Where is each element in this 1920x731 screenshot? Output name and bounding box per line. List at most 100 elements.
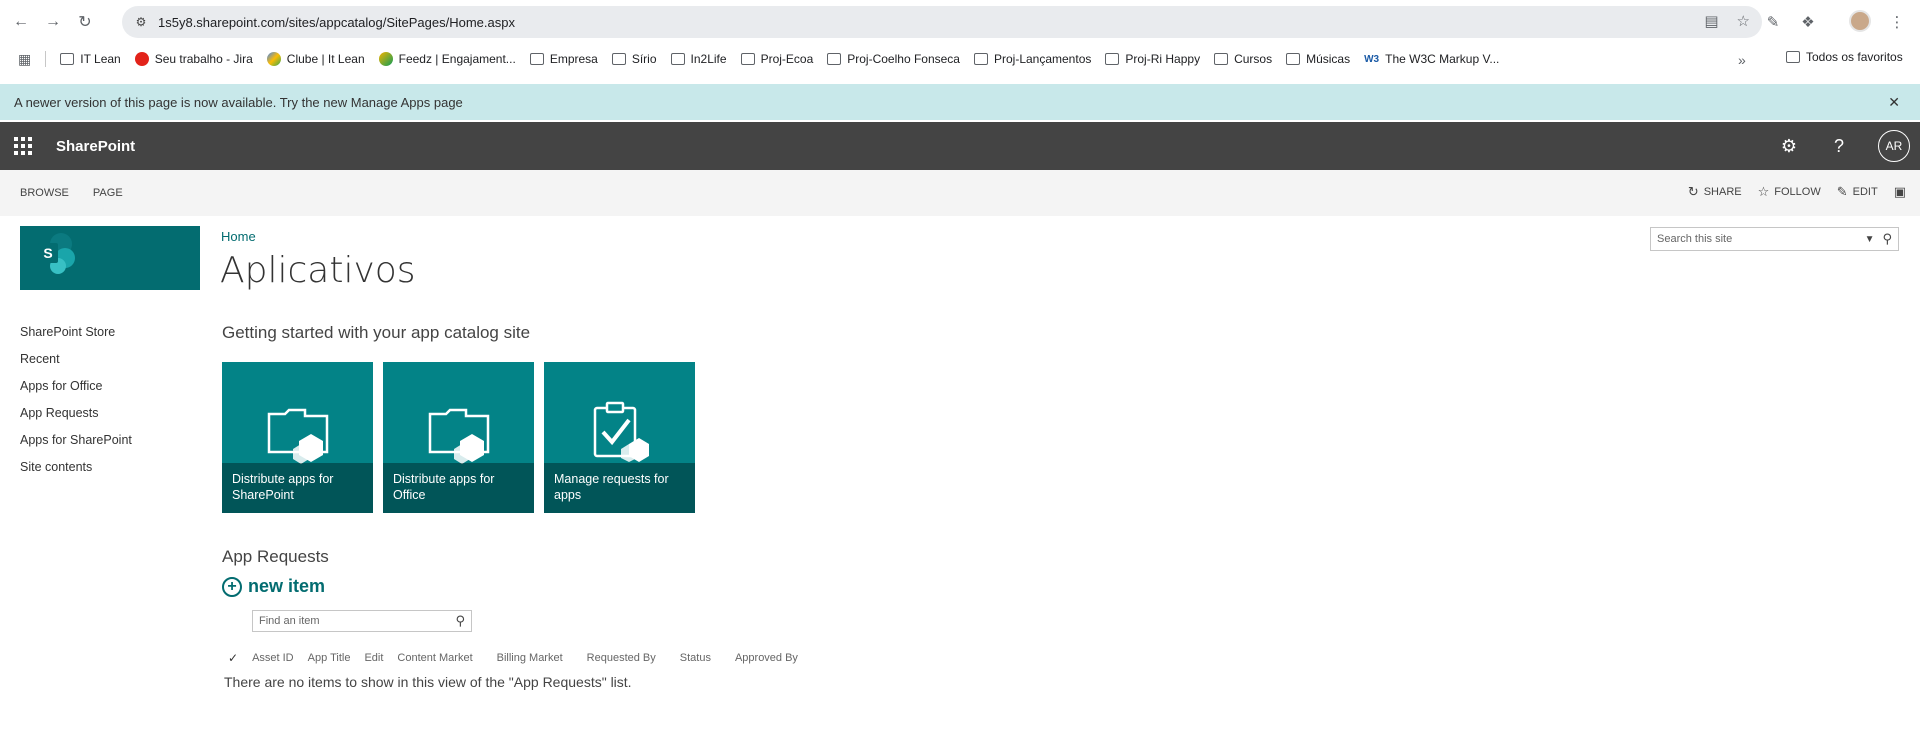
- profile-avatar[interactable]: [1849, 10, 1871, 32]
- divider: [45, 51, 47, 67]
- tile-distribute-office[interactable]: Distribute apps for Office: [383, 362, 534, 513]
- edit-button[interactable]: ✎ EDIT: [1837, 184, 1878, 200]
- nav-item-recent[interactable]: Recent: [20, 349, 132, 376]
- bookmark-item[interactable]: W3 The W3C Markup V...: [1364, 52, 1499, 66]
- chevron-down-icon[interactable]: ▼: [1865, 234, 1875, 245]
- column-header[interactable]: Asset ID: [252, 652, 294, 664]
- address-bar[interactable]: ⚙ 1s5y8.sharepoint.com/sites/appcatalog/…: [122, 6, 1762, 38]
- left-navigation: SharePoint Store Recent Apps for Office …: [20, 322, 132, 484]
- bookmark-label: In2Life: [690, 52, 727, 66]
- bookmark-item[interactable]: Músicas: [1286, 52, 1350, 66]
- bookmark-item[interactable]: Clube | It Lean: [266, 52, 365, 66]
- column-header[interactable]: Approved By: [735, 652, 798, 664]
- find-item-input[interactable]: Find an item ⚲: [252, 610, 472, 632]
- bookmark-label: The W3C Markup V...: [1385, 52, 1500, 66]
- search-icon[interactable]: ⚲: [455, 613, 465, 629]
- user-avatar[interactable]: AR: [1878, 130, 1910, 162]
- app-requests-heading[interactable]: App Requests: [222, 547, 329, 567]
- pencil-icon: ✎: [1836, 184, 1848, 199]
- search-icon[interactable]: ⚲: [1882, 231, 1892, 247]
- edit-label: EDIT: [1852, 186, 1878, 198]
- apps-grid-icon[interactable]: ▦: [18, 51, 31, 68]
- star-icon: ☆: [1757, 184, 1770, 199]
- folder-icon: [1786, 51, 1800, 63]
- column-header[interactable]: Status: [680, 652, 711, 664]
- folder-icon: [529, 53, 544, 65]
- nav-item-sharepoint-store[interactable]: SharePoint Store: [20, 322, 132, 349]
- column-header[interactable]: Edit: [364, 652, 383, 664]
- back-icon[interactable]: ←: [10, 11, 32, 33]
- bookmark-item[interactable]: Empresa: [529, 52, 598, 66]
- select-all-checkmark-icon[interactable]: ✓: [228, 651, 238, 665]
- bookmark-label: Proj-Ri Happy: [1125, 52, 1201, 66]
- pen-icon[interactable]: ✎: [1762, 11, 1784, 33]
- bookmark-item[interactable]: Proj-Ri Happy: [1105, 52, 1200, 66]
- tab-browse[interactable]: BROWSE: [20, 187, 69, 199]
- menu-icon[interactable]: ⋮: [1886, 11, 1908, 33]
- breadcrumb[interactable]: Home: [221, 229, 256, 244]
- tile-caption: Distribute apps for Office: [383, 463, 534, 513]
- suite-bar: SharePoint ⚙ ? AR: [0, 122, 1920, 170]
- bookmark-item[interactable]: In2Life: [670, 52, 727, 66]
- folder-app-icon: [428, 408, 490, 464]
- bookmark-item[interactable]: Seu trabalho - Jira: [134, 52, 253, 66]
- column-header[interactable]: Content Market: [397, 652, 472, 664]
- translate-icon[interactable]: ▤: [1704, 12, 1718, 30]
- share-button[interactable]: ↻ SHARE: [1688, 184, 1742, 200]
- extensions-icon[interactable]: ❖: [1797, 11, 1819, 33]
- app-launcher-icon[interactable]: [14, 137, 32, 155]
- nav-item-site-contents[interactable]: Site contents: [20, 457, 132, 484]
- close-icon[interactable]: ✕: [1888, 94, 1900, 111]
- bookmark-star-icon[interactable]: ☆: [1737, 12, 1750, 30]
- bookmark-label: Proj-Coelho Fonseca: [847, 52, 960, 66]
- bookmark-label: Empresa: [549, 52, 598, 66]
- site-logo[interactable]: S: [20, 226, 200, 290]
- column-header[interactable]: Billing Market: [497, 652, 563, 664]
- bookmark-item[interactable]: Sírio: [611, 52, 657, 66]
- site-info-icon[interactable]: ⚙: [132, 13, 150, 31]
- bookmark-item[interactable]: Proj-Ecoa: [740, 52, 814, 66]
- share-label: SHARE: [1703, 186, 1742, 198]
- bookmark-label: Proj-Ecoa: [760, 52, 814, 66]
- brand-name[interactable]: SharePoint: [56, 138, 135, 155]
- clube-icon: [266, 52, 281, 66]
- bookmarks-bar: ▦ IT Lean Seu trabalho - Jira Clube | It…: [0, 44, 1920, 74]
- bookmark-item[interactable]: Feedz | Engajament...: [378, 52, 516, 66]
- all-bookmarks-label: Todos os favoritos: [1806, 50, 1903, 64]
- tile-distribute-sharepoint[interactable]: Distribute apps for SharePoint: [222, 362, 373, 513]
- tab-page[interactable]: PAGE: [93, 187, 123, 199]
- bookmark-label: Feedz | Engajament...: [398, 52, 516, 66]
- bookmark-item[interactable]: Cursos: [1214, 52, 1272, 66]
- nav-item-apps-for-office[interactable]: Apps for Office: [20, 376, 132, 403]
- settings-gear-icon[interactable]: ⚙: [1778, 135, 1800, 157]
- browser-toolbar: ← → ↻ ⚙ 1s5y8.sharepoint.com/sites/appca…: [0, 0, 1920, 44]
- bookmark-label: Seu trabalho - Jira: [154, 52, 253, 66]
- help-icon[interactable]: ?: [1828, 135, 1850, 157]
- notice-bar: A newer version of this page is now avai…: [0, 84, 1920, 120]
- tile-caption: Distribute apps for SharePoint: [222, 463, 373, 513]
- tile-manage-requests[interactable]: Manage requests for apps: [544, 362, 695, 513]
- reload-icon[interactable]: ↻: [74, 11, 96, 33]
- nav-item-app-requests[interactable]: App Requests: [20, 403, 132, 430]
- more-bookmarks-icon[interactable]: »: [1738, 52, 1746, 68]
- column-header[interactable]: Requested By: [587, 652, 656, 664]
- folder-icon: [1286, 53, 1301, 65]
- folder-app-icon: [267, 408, 329, 464]
- url-text[interactable]: 1s5y8.sharepoint.com/sites/appcatalog/Si…: [158, 15, 515, 30]
- forward-icon[interactable]: →: [42, 11, 64, 33]
- folder-icon: [1214, 53, 1229, 65]
- all-bookmarks[interactable]: Todos os favoritos: [1786, 50, 1903, 64]
- jira-icon: [134, 52, 149, 66]
- column-header[interactable]: App Title: [308, 652, 351, 664]
- new-item-button[interactable]: + new item: [222, 576, 325, 597]
- folder-icon: [973, 53, 988, 65]
- search-site-input[interactable]: Search this site ▼ ⚲: [1650, 227, 1899, 251]
- notice-message[interactable]: A newer version of this page is now avai…: [14, 95, 463, 110]
- bookmark-item[interactable]: Proj-Coelho Fonseca: [827, 52, 960, 66]
- nav-item-apps-for-sharepoint[interactable]: Apps for SharePoint: [20, 430, 132, 457]
- focus-button[interactable]: ▣: [1894, 184, 1906, 200]
- bookmark-item[interactable]: Proj-Lançamentos: [973, 52, 1091, 66]
- bookmark-item[interactable]: IT Lean: [60, 52, 121, 66]
- folder-icon: [1105, 53, 1120, 65]
- follow-button[interactable]: ☆ FOLLOW: [1758, 184, 1821, 200]
